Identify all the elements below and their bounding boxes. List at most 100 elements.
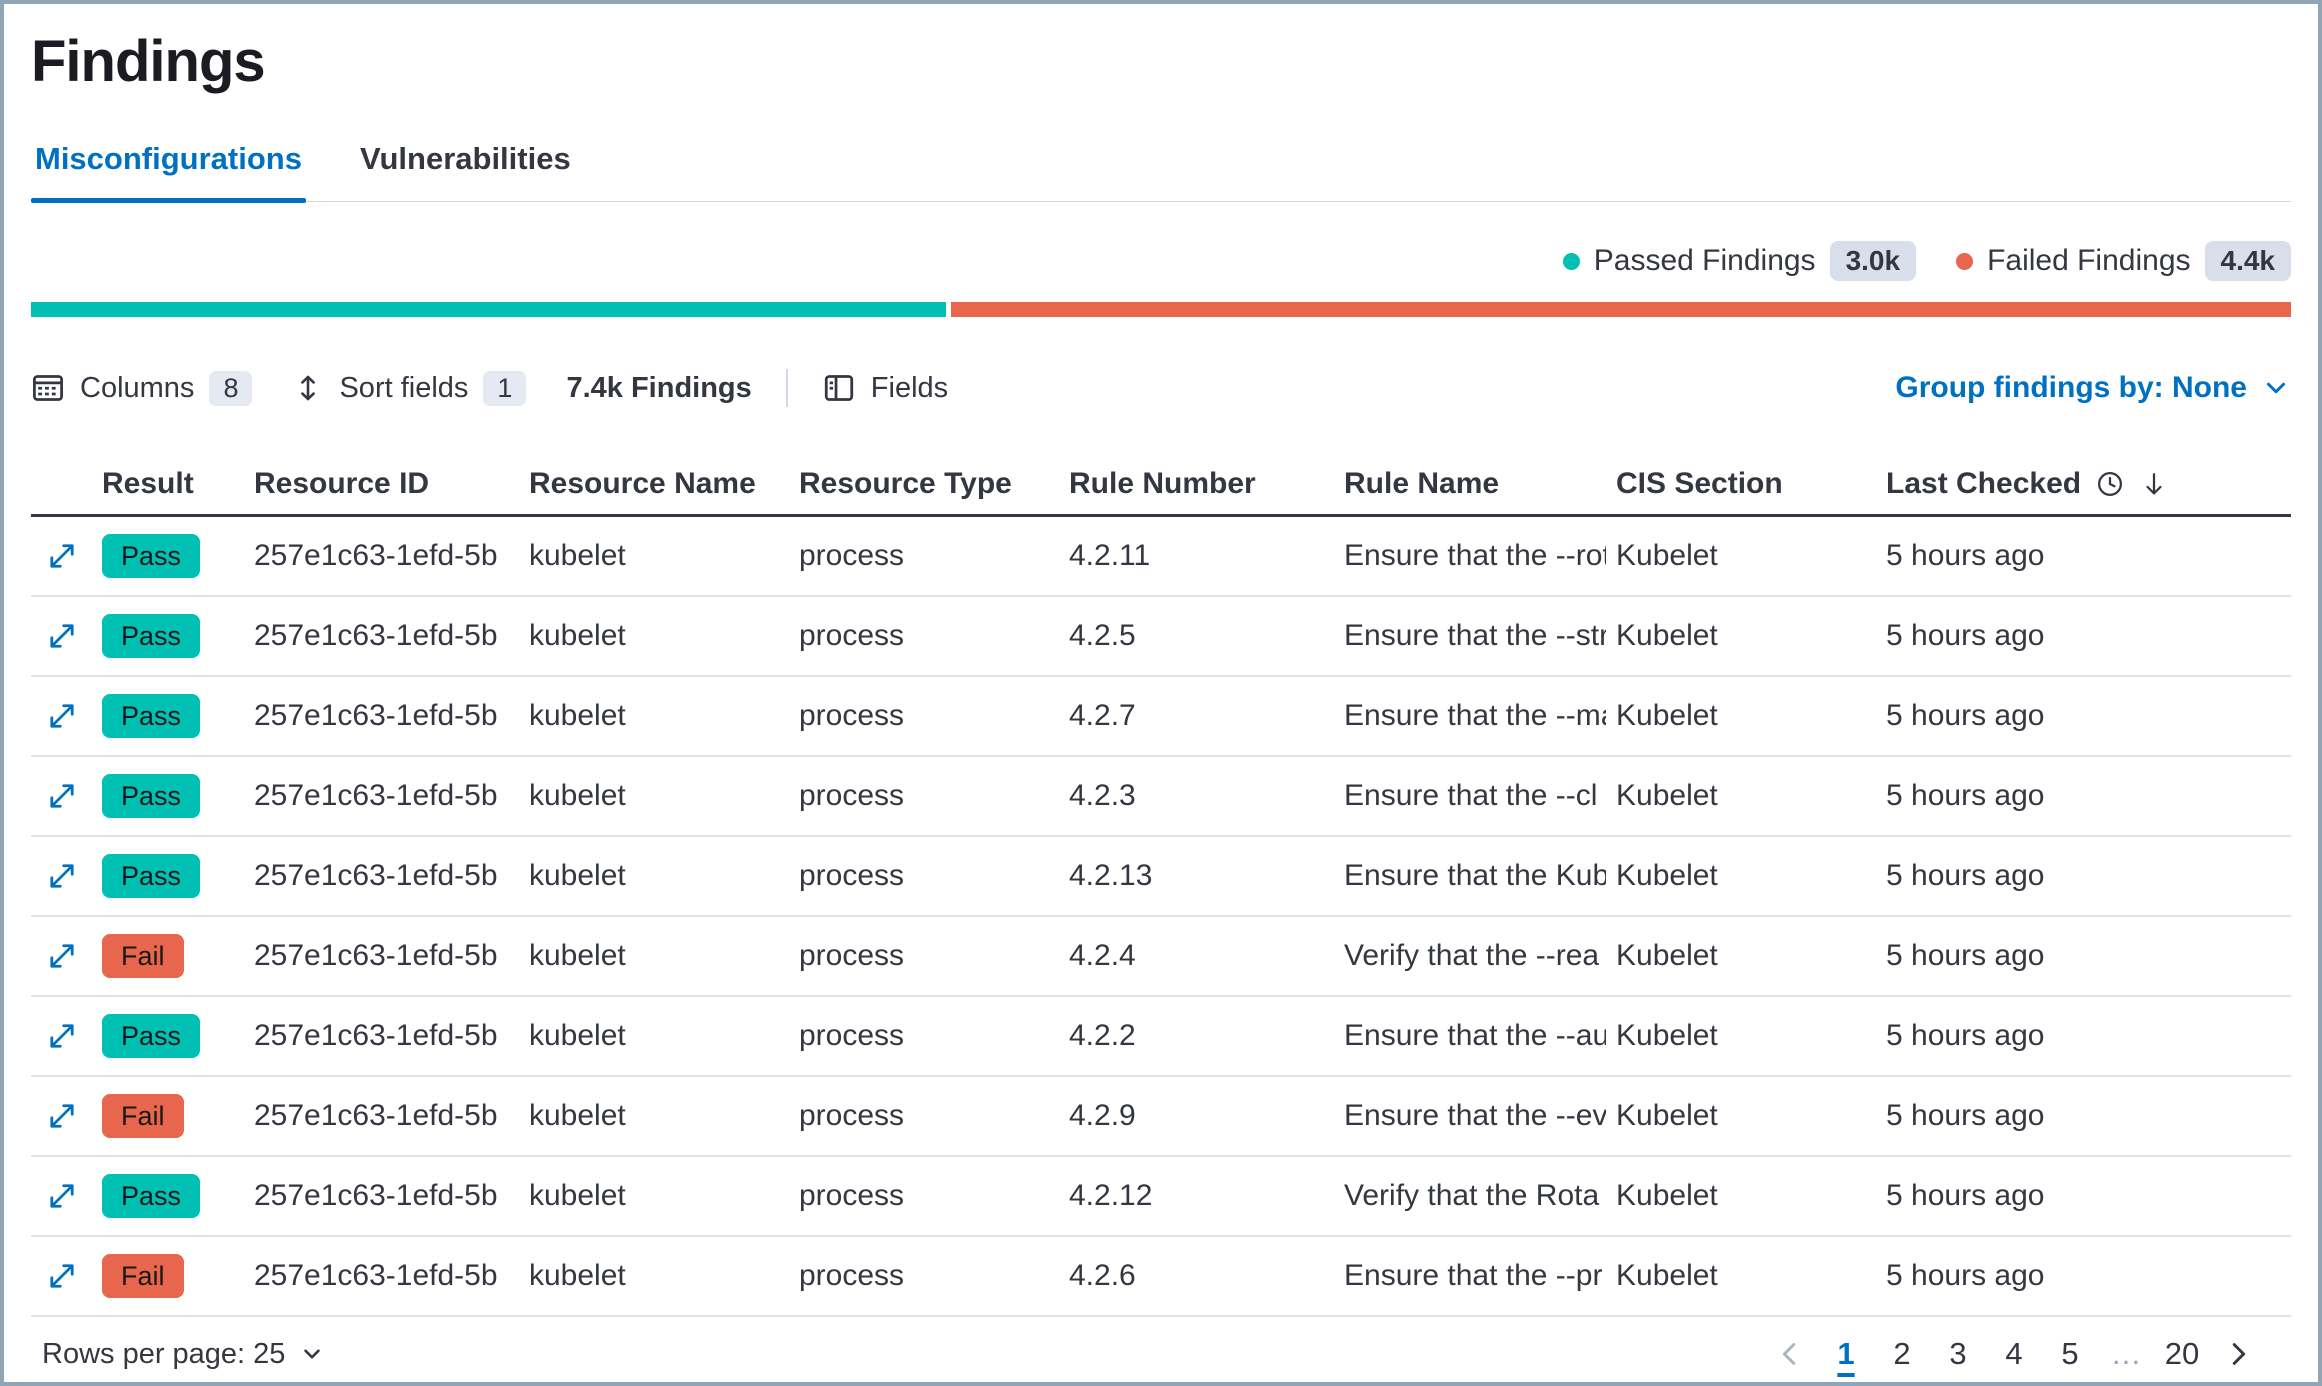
table-row: Pass 257e1c63-1efd-5b kubelet process 4.… xyxy=(31,757,2291,837)
page-button-3[interactable]: 3 xyxy=(1935,1330,1981,1378)
group-by-label: Group findings by: None xyxy=(1895,371,2247,405)
table-row: Pass 257e1c63-1efd-5b kubelet process 4.… xyxy=(31,517,2291,597)
resource-type-cell: process xyxy=(789,539,1059,573)
rows-per-page-label: Rows per page: 25 xyxy=(42,1338,285,1371)
tab-vulnerabilities[interactable]: Vulnerabilities xyxy=(360,141,571,201)
failed-dot-icon xyxy=(1956,253,1973,270)
result-badge: Pass xyxy=(102,1014,200,1058)
diagonal-expand-icon xyxy=(45,859,79,893)
page-ellipsis: … xyxy=(2103,1330,2149,1378)
expand-row-button[interactable] xyxy=(31,1099,92,1133)
fields-button[interactable]: Fields xyxy=(822,371,948,405)
sort-descending-arrow-icon xyxy=(2139,469,2169,499)
header-last-checked[interactable]: Last Checked xyxy=(1876,467,2291,501)
resource-id-cell: 257e1c63-1efd-5b xyxy=(244,1259,519,1293)
page-button-4[interactable]: 4 xyxy=(1991,1330,2037,1378)
rule-name-cell: Ensure that the --cl xyxy=(1334,779,1606,813)
result-badge: Pass xyxy=(102,1174,200,1218)
group-findings-by-button[interactable]: Group findings by: None xyxy=(1895,371,2291,405)
expand-row-button[interactable] xyxy=(31,939,92,973)
resource-id-cell: 257e1c63-1efd-5b xyxy=(244,779,519,813)
previous-page-button[interactable] xyxy=(1767,1339,1813,1369)
resource-name-cell: kubelet xyxy=(519,1179,789,1213)
cis-section-cell: Kubelet xyxy=(1606,1019,1876,1053)
page-button-20[interactable]: 20 xyxy=(2159,1330,2205,1378)
rows-per-page-selector[interactable]: Rows per page: 25 xyxy=(42,1338,325,1371)
result-badge: Pass xyxy=(102,534,200,578)
table-body: Pass 257e1c63-1efd-5b kubelet process 4.… xyxy=(31,517,2291,1317)
rule-name-cell: Ensure that the --au xyxy=(1334,1019,1606,1053)
result-badge: Pass xyxy=(102,854,200,898)
expand-row-button[interactable] xyxy=(31,1019,92,1053)
page-button-5[interactable]: 5 xyxy=(2047,1330,2093,1378)
resource-id-cell: 257e1c63-1efd-5b xyxy=(244,1099,519,1133)
resource-name-cell: kubelet xyxy=(519,1099,789,1133)
result-badge: Fail xyxy=(102,1094,184,1138)
header-resource-id[interactable]: Resource ID xyxy=(244,467,519,501)
expand-row-button[interactable] xyxy=(31,699,92,733)
result-badge: Pass xyxy=(102,694,200,738)
result-cell: Pass xyxy=(92,694,244,738)
page-title: Findings xyxy=(31,28,2291,95)
findings-table: Result Resource ID Resource Name Resourc… xyxy=(31,453,2291,1317)
resource-type-cell: process xyxy=(789,1099,1059,1133)
expand-row-button[interactable] xyxy=(31,859,92,893)
passed-bar-segment xyxy=(31,302,946,317)
resource-type-cell: process xyxy=(789,779,1059,813)
rule-number-cell: 4.2.2 xyxy=(1059,1019,1334,1053)
result-cell: Fail xyxy=(92,1254,244,1298)
tab-bar: Misconfigurations Vulnerabilities xyxy=(31,141,2291,202)
rule-number-cell: 4.2.13 xyxy=(1059,859,1334,893)
findings-legend: Passed Findings 3.0k Failed Findings 4.4… xyxy=(31,240,2291,282)
columns-button[interactable]: Columns 8 xyxy=(31,371,252,406)
table-row: Pass 257e1c63-1efd-5b kubelet process 4.… xyxy=(31,997,2291,1077)
last-checked-cell: 5 hours ago xyxy=(1876,779,2291,813)
rule-number-cell: 4.2.7 xyxy=(1059,699,1334,733)
header-rule-number[interactable]: Rule Number xyxy=(1059,467,1334,501)
result-badge: Pass xyxy=(102,614,200,658)
header-result[interactable]: Result xyxy=(92,467,244,501)
expand-row-button[interactable] xyxy=(31,1259,92,1293)
header-resource-name[interactable]: Resource Name xyxy=(519,467,789,501)
table-row: Pass 257e1c63-1efd-5b kubelet process 4.… xyxy=(31,677,2291,757)
cis-section-cell: Kubelet xyxy=(1606,539,1876,573)
findings-total-count: 7.4k Findings xyxy=(566,372,751,405)
diagonal-expand-icon xyxy=(45,939,79,973)
expand-row-button[interactable] xyxy=(31,1179,92,1213)
table-row: Pass 257e1c63-1efd-5b kubelet process 4.… xyxy=(31,597,2291,677)
page-button-2[interactable]: 2 xyxy=(1879,1330,1925,1378)
resource-id-cell: 257e1c63-1efd-5b xyxy=(244,539,519,573)
last-checked-cell: 5 hours ago xyxy=(1876,699,2291,733)
header-cis-section[interactable]: CIS Section xyxy=(1606,467,1876,501)
diagonal-expand-icon xyxy=(45,1099,79,1133)
resource-id-cell: 257e1c63-1efd-5b xyxy=(244,939,519,973)
sort-fields-button[interactable]: Sort fields 1 xyxy=(292,371,526,406)
resource-type-cell: process xyxy=(789,1019,1059,1053)
resource-type-cell: process xyxy=(789,699,1059,733)
result-badge: Fail xyxy=(102,1254,184,1298)
result-cell: Pass xyxy=(92,534,244,578)
panel-left-icon xyxy=(822,371,856,405)
next-page-button[interactable] xyxy=(2215,1339,2261,1369)
resource-name-cell: kubelet xyxy=(519,1259,789,1293)
rule-name-cell: Verify that the --rea xyxy=(1334,939,1606,973)
cis-section-cell: Kubelet xyxy=(1606,1259,1876,1293)
cis-section-cell: Kubelet xyxy=(1606,779,1876,813)
header-rule-name[interactable]: Rule Name xyxy=(1334,467,1606,501)
last-checked-label: Last Checked xyxy=(1886,467,2081,501)
sort-fields-label: Sort fields xyxy=(339,372,468,405)
rule-number-cell: 4.2.3 xyxy=(1059,779,1334,813)
tab-misconfigurations[interactable]: Misconfigurations xyxy=(35,141,302,201)
expand-row-button[interactable] xyxy=(31,619,92,653)
pass-fail-distribution-bar[interactable] xyxy=(31,302,2291,317)
resource-name-cell: kubelet xyxy=(519,859,789,893)
rule-name-cell: Ensure that the --pr xyxy=(1334,1259,1606,1293)
page-button-1[interactable]: 1 xyxy=(1823,1330,1869,1378)
result-cell: Pass xyxy=(92,614,244,658)
expand-row-button[interactable] xyxy=(31,779,92,813)
expand-row-button[interactable] xyxy=(31,539,92,573)
header-resource-type[interactable]: Resource Type xyxy=(789,467,1059,501)
datagrid-toolbar: Columns 8 Sort fields 1 7.4k Findings xyxy=(31,369,2291,407)
rule-number-cell: 4.2.9 xyxy=(1059,1099,1334,1133)
rule-number-cell: 4.2.4 xyxy=(1059,939,1334,973)
